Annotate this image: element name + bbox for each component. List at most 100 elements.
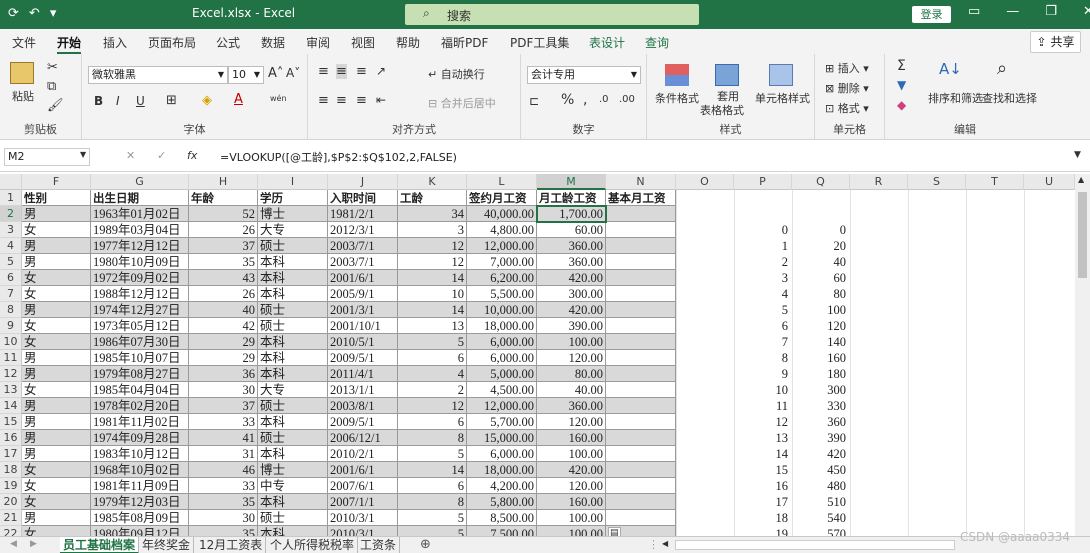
format-as-table-icon[interactable] bbox=[715, 64, 739, 86]
table-cell[interactable]: 女 bbox=[22, 270, 91, 286]
tab-file[interactable]: 文件 bbox=[12, 34, 36, 51]
table-cell[interactable]: 35 bbox=[189, 526, 258, 536]
table-cell[interactable]: 男 bbox=[22, 350, 91, 366]
table-cell[interactable]: 硕士 bbox=[258, 302, 328, 318]
table-cell[interactable]: 420.00 bbox=[537, 462, 606, 478]
table-cell[interactable] bbox=[606, 446, 676, 462]
table-cell[interactable]: 1979年12月03日 bbox=[91, 494, 189, 510]
table-cell[interactable]: 女 bbox=[22, 318, 91, 334]
lookup-cell-q[interactable]: 480 bbox=[792, 478, 846, 494]
table-cell[interactable]: 7,500.00 bbox=[467, 526, 537, 536]
lookup-cell-p[interactable]: 1 bbox=[734, 238, 788, 254]
merge-center-button[interactable]: ⊟ 合并后居中 bbox=[428, 95, 496, 111]
table-cell[interactable]: 10 bbox=[398, 286, 467, 302]
table-cell[interactable]: 60.00 bbox=[537, 222, 606, 238]
table-cell[interactable]: 420.00 bbox=[537, 270, 606, 286]
lookup-cell-q[interactable]: 100 bbox=[792, 302, 846, 318]
column-header-p[interactable]: P bbox=[734, 174, 792, 190]
table-cell[interactable]: 2007/1/1 bbox=[328, 494, 398, 510]
table-cell[interactable] bbox=[606, 222, 676, 238]
column-header-i[interactable]: I bbox=[258, 174, 328, 190]
table-cell[interactable] bbox=[606, 510, 676, 526]
row-header[interactable]: 19 bbox=[0, 478, 22, 494]
row-header[interactable]: 8 bbox=[0, 302, 22, 318]
table-cell[interactable]: 36 bbox=[189, 366, 258, 382]
table-cell[interactable]: 2003/7/1 bbox=[328, 254, 398, 270]
table-cell[interactable]: 硕士 bbox=[258, 398, 328, 414]
lookup-cell-q[interactable]: 450 bbox=[792, 462, 846, 478]
wrap-text-button[interactable]: ↵ 自动换行 bbox=[428, 66, 485, 82]
table-cell[interactable]: 5 bbox=[398, 334, 467, 350]
table-cell[interactable]: 15,000.00 bbox=[467, 430, 537, 446]
prev-sheet-icon[interactable]: ◀ bbox=[10, 539, 17, 549]
table-cell[interactable]: 本科 bbox=[258, 334, 328, 350]
table-cell[interactable]: 100.00 bbox=[537, 510, 606, 526]
sheet-tab-year-end-bonus[interactable]: 年终奖金 bbox=[139, 537, 195, 553]
format-as-table-label-2[interactable]: 表格格式 bbox=[700, 102, 744, 118]
table-cell[interactable] bbox=[606, 334, 676, 350]
align-middle-icon[interactable]: ≡ bbox=[336, 64, 347, 79]
tab-view[interactable]: 视图 bbox=[351, 34, 375, 51]
table-cell[interactable]: 26 bbox=[189, 286, 258, 302]
sheet-tab-payslip[interactable]: 工资条 bbox=[357, 537, 401, 553]
table-cell[interactable]: 1986年07月30日 bbox=[91, 334, 189, 350]
table-cell[interactable]: 男 bbox=[22, 446, 91, 462]
column-header-u[interactable]: U bbox=[1024, 174, 1075, 190]
align-top-icon[interactable]: ≡ bbox=[318, 64, 329, 79]
align-center-icon[interactable]: ≡ bbox=[336, 93, 347, 108]
table-cell[interactable]: 360.00 bbox=[537, 398, 606, 414]
table-cell[interactable]: 5,000.00 bbox=[467, 366, 537, 382]
table-cell[interactable] bbox=[606, 366, 676, 382]
scrollbar-thumb[interactable] bbox=[1078, 192, 1087, 278]
underline-button[interactable]: U bbox=[136, 94, 145, 108]
table-cell[interactable]: 43 bbox=[189, 270, 258, 286]
sheet-tab-employee-records[interactable]: 员工基础档案 bbox=[60, 537, 140, 553]
table-cell[interactable]: 360.00 bbox=[537, 254, 606, 270]
table-cell[interactable]: 8 bbox=[398, 430, 467, 446]
lookup-cell-p[interactable]: 6 bbox=[734, 318, 788, 334]
table-cell[interactable]: 2001/10/1 bbox=[328, 318, 398, 334]
table-cell[interactable]: 120.00 bbox=[537, 478, 606, 494]
table-cell[interactable]: 40.00 bbox=[537, 382, 606, 398]
tab-table-design[interactable]: 表设计 bbox=[589, 34, 625, 51]
table-cell[interactable]: 2007/6/1 bbox=[328, 478, 398, 494]
next-sheet-icon[interactable]: ▶ bbox=[30, 539, 37, 549]
lookup-cell-p[interactable]: 10 bbox=[734, 382, 789, 398]
lookup-cell-p[interactable]: 5 bbox=[734, 302, 788, 318]
table-cell[interactable]: 390.00 bbox=[537, 318, 606, 334]
table-cell[interactable]: 6 bbox=[398, 414, 467, 430]
table-cell[interactable]: 大专 bbox=[258, 382, 328, 398]
table-cell[interactable]: 男 bbox=[22, 238, 91, 254]
table-cell[interactable]: 35 bbox=[189, 494, 258, 510]
table-cell[interactable]: 4,200.00 bbox=[467, 478, 537, 494]
share-button[interactable]: ⇪ 共享 bbox=[1030, 31, 1081, 53]
lookup-cell-q[interactable]: 20 bbox=[792, 238, 847, 254]
row-header[interactable]: 4 bbox=[0, 238, 22, 254]
number-format-combo[interactable]: 会计专用 ▼ bbox=[527, 66, 641, 84]
row-header[interactable]: 11 bbox=[0, 350, 22, 366]
table-cell[interactable]: 5,800.00 bbox=[467, 494, 537, 510]
table-cell[interactable]: 8,500.00 bbox=[467, 510, 537, 526]
sheet-tab-december-payroll[interactable]: 12月工资表 bbox=[196, 537, 267, 553]
table-cell[interactable]: 女 bbox=[22, 494, 91, 510]
table-cell[interactable]: 2001/6/1 bbox=[328, 270, 398, 286]
customize-dropdown-icon[interactable]: ▾ bbox=[50, 6, 57, 21]
lookup-cell-q[interactable]: 140 bbox=[792, 334, 846, 350]
find-select-icon[interactable]: ⌕ bbox=[997, 58, 1007, 79]
table-cell[interactable]: 4 bbox=[398, 366, 467, 382]
table-cell[interactable]: 女 bbox=[22, 382, 91, 398]
table-cell[interactable]: 13 bbox=[398, 318, 467, 334]
row-header[interactable]: 10 bbox=[0, 334, 22, 350]
table-cell[interactable]: 12 bbox=[398, 254, 467, 270]
table-cell[interactable]: 160.00 bbox=[537, 430, 606, 446]
insert-cells-button[interactable]: ⊞ 插入 ▾ bbox=[825, 60, 869, 76]
table-cell[interactable]: 37 bbox=[189, 398, 258, 414]
delete-cells-button[interactable]: ⊠ 删除 ▾ bbox=[825, 80, 869, 96]
table-cell[interactable]: 35 bbox=[189, 254, 258, 270]
lookup-cell-q[interactable]: 160 bbox=[792, 350, 846, 366]
table-header-cell[interactable]: 性别 bbox=[22, 190, 91, 206]
table-cell[interactable]: 12,000.00 bbox=[467, 238, 537, 254]
table-cell[interactable]: 160.00 bbox=[537, 494, 606, 510]
table-cell[interactable]: 3 bbox=[398, 222, 467, 238]
table-cell[interactable]: 本科 bbox=[258, 494, 328, 510]
